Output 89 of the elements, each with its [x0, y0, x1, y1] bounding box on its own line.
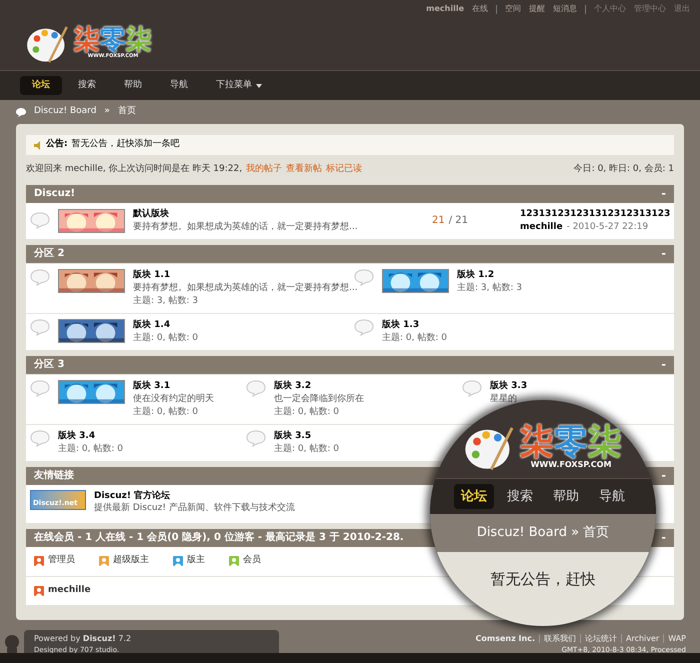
collapse-toggle[interactable]: -: [661, 359, 666, 370]
breadcrumb-separator: »: [104, 105, 110, 118]
nav-tab[interactable]: 论坛: [20, 76, 62, 96]
posts-today: 21: [432, 214, 445, 228]
forum-name[interactable]: 版块 1.1: [133, 268, 358, 282]
last-post-user[interactable]: mechille: [520, 220, 563, 234]
forum-name[interactable]: 版块 1.2: [457, 268, 522, 282]
legend-label: 版主: [187, 554, 205, 568]
nav-tab[interactable]: 搜索: [500, 484, 540, 510]
forum-stats: 主题: 0, 帖数: 0: [133, 332, 198, 344]
logo-url: WWW.FOXSP.COM: [530, 459, 612, 471]
forum-name[interactable]: 版块 3.4: [58, 430, 123, 442]
footer-link[interactable]: Archiver: [626, 632, 660, 644]
nav-tab[interactable]: 帮助: [112, 76, 154, 96]
announcement-text: 暂无公告，赶快添加一条吧: [72, 138, 180, 152]
legend-label: 会员: [243, 554, 261, 568]
section-title: 友情链接: [34, 468, 74, 483]
nav-tab[interactable]: 导航: [592, 484, 632, 510]
link-title[interactable]: Discuz! 官方论坛: [94, 490, 295, 502]
legend-label: 管理员: [48, 554, 75, 568]
speech-bubble-icon: [246, 430, 266, 446]
footer-link[interactable]: 论坛统计: [584, 632, 617, 644]
last-post-title[interactable]: 123131231231312312313123: [520, 208, 670, 220]
collapse-toggle[interactable]: -: [661, 470, 666, 481]
top-link[interactable]: 短消息: [553, 3, 577, 15]
forum-name[interactable]: 版块 3.1: [133, 380, 214, 392]
forum-name[interactable]: 版块 1.4: [133, 318, 198, 332]
section-title: 在线会员 - 1 人在线 - 1 会员(0 隐身), 0 位游客 - 最高记录是 3 于 2010-2-28.: [34, 530, 404, 545]
nav-tab[interactable]: 论坛: [454, 484, 494, 510]
forum-stats: 主题: 3, 帖数: 3: [457, 282, 522, 294]
breadcrumb-link[interactable]: Discuz! Board: [34, 105, 96, 119]
announcement-label: 公告:: [46, 138, 68, 152]
speaker-icon: [34, 140, 42, 150]
nav-tab[interactable]: 搜索: [66, 76, 108, 96]
section-title: 分区 3: [34, 358, 64, 372]
forum-description: 要持有梦想。如果想成为英雄的话，就一定要持有梦想...: [133, 282, 358, 294]
announcement-text: 暂无公告，赶快: [490, 569, 596, 590]
footer-link[interactable]: 联系我们: [544, 632, 576, 644]
caret-icon: [256, 84, 262, 88]
forum-stats: 主题: 0, 帖数: 0: [58, 442, 123, 456]
speech-bubble-icon: [16, 108, 26, 116]
forum-stats: 主题: 3, 帖数: 3: [133, 294, 199, 308]
collapse-toggle[interactable]: -: [661, 532, 666, 543]
logo-text: 柒零柒: [520, 425, 622, 459]
forum-stats: 主题: 0, 帖数: 0: [274, 406, 340, 418]
speech-bubble-icon: [30, 268, 50, 286]
posts-total: / 21: [448, 214, 468, 228]
breadcrumb-current: 首页: [118, 105, 136, 118]
section-title: 分区 2: [34, 246, 64, 261]
username[interactable]: mechille: [426, 3, 464, 15]
speech-bubble-icon: [30, 212, 50, 229]
nav-tab[interactable]: 帮助: [546, 484, 586, 510]
footer-link[interactable]: WAP: [668, 632, 686, 644]
nav-tab[interactable]: 导航: [158, 76, 200, 96]
forum-stats: 主题: 0, 帖数: 0: [133, 406, 199, 418]
link-description: 提供最新 Discuz! 产品新闻、软件下载与技术交流: [94, 502, 295, 514]
forum-name[interactable]: 版块 1.3: [382, 318, 447, 332]
collapse-toggle[interactable]: -: [661, 188, 666, 199]
footer-link[interactable]: Comsenz Inc.: [476, 632, 535, 644]
site-stats: 今日: 0, 昨日: 0, 会员: 1: [574, 163, 674, 176]
speech-bubble-icon: [30, 318, 50, 336]
section-title: Discuz!: [34, 187, 76, 201]
speech-bubble-icon: [354, 318, 374, 336]
speech-bubble-icon: [30, 380, 50, 396]
forum-stats: 主题: 0, 帖数: 0: [274, 442, 339, 456]
legend-label: 超级版主: [113, 554, 149, 568]
top-link[interactable]: 提醒: [529, 3, 545, 15]
forum-name[interactable]: 默认版块: [133, 208, 424, 220]
forum-description: 星星的: [490, 392, 518, 406]
welcome-text: 欢迎回来 mechille, 你上次访问时间是在 昨天 19:22,: [26, 163, 242, 176]
forum-name[interactable]: 版块 3.2: [274, 380, 364, 392]
forum-description: 也一定会降临到你所在: [274, 392, 364, 406]
online-status: 在线: [472, 3, 488, 15]
forum-description: 要持有梦想。如果想成为英雄的话，就一定要持有梦想...: [133, 220, 359, 234]
nav-tab[interactable]: 下拉菜单: [204, 76, 274, 96]
forum-name[interactable]: 版块 3.5: [274, 430, 339, 442]
powered-by: Powered by Discuz! 7.2: [34, 632, 132, 644]
logo-text: 柒零柒: [74, 27, 152, 54]
forum-name[interactable]: 版块 3.3: [490, 380, 528, 392]
member-name[interactable]: mechille: [48, 584, 91, 598]
collapse-toggle[interactable]: -: [661, 248, 666, 259]
forum-description: 使在没有约定的明天: [133, 392, 214, 406]
top-link[interactable]: 空间: [505, 3, 521, 15]
speech-bubble-icon: [246, 380, 266, 396]
forum-stats: 主题: 0, 帖数: 0: [382, 332, 447, 344]
last-post-time: - 2010-5-27 22:19: [566, 220, 648, 234]
speech-bubble-icon: [354, 268, 374, 286]
speech-bubble-icon: [30, 430, 50, 446]
speech-bubble-icon: [462, 380, 482, 396]
